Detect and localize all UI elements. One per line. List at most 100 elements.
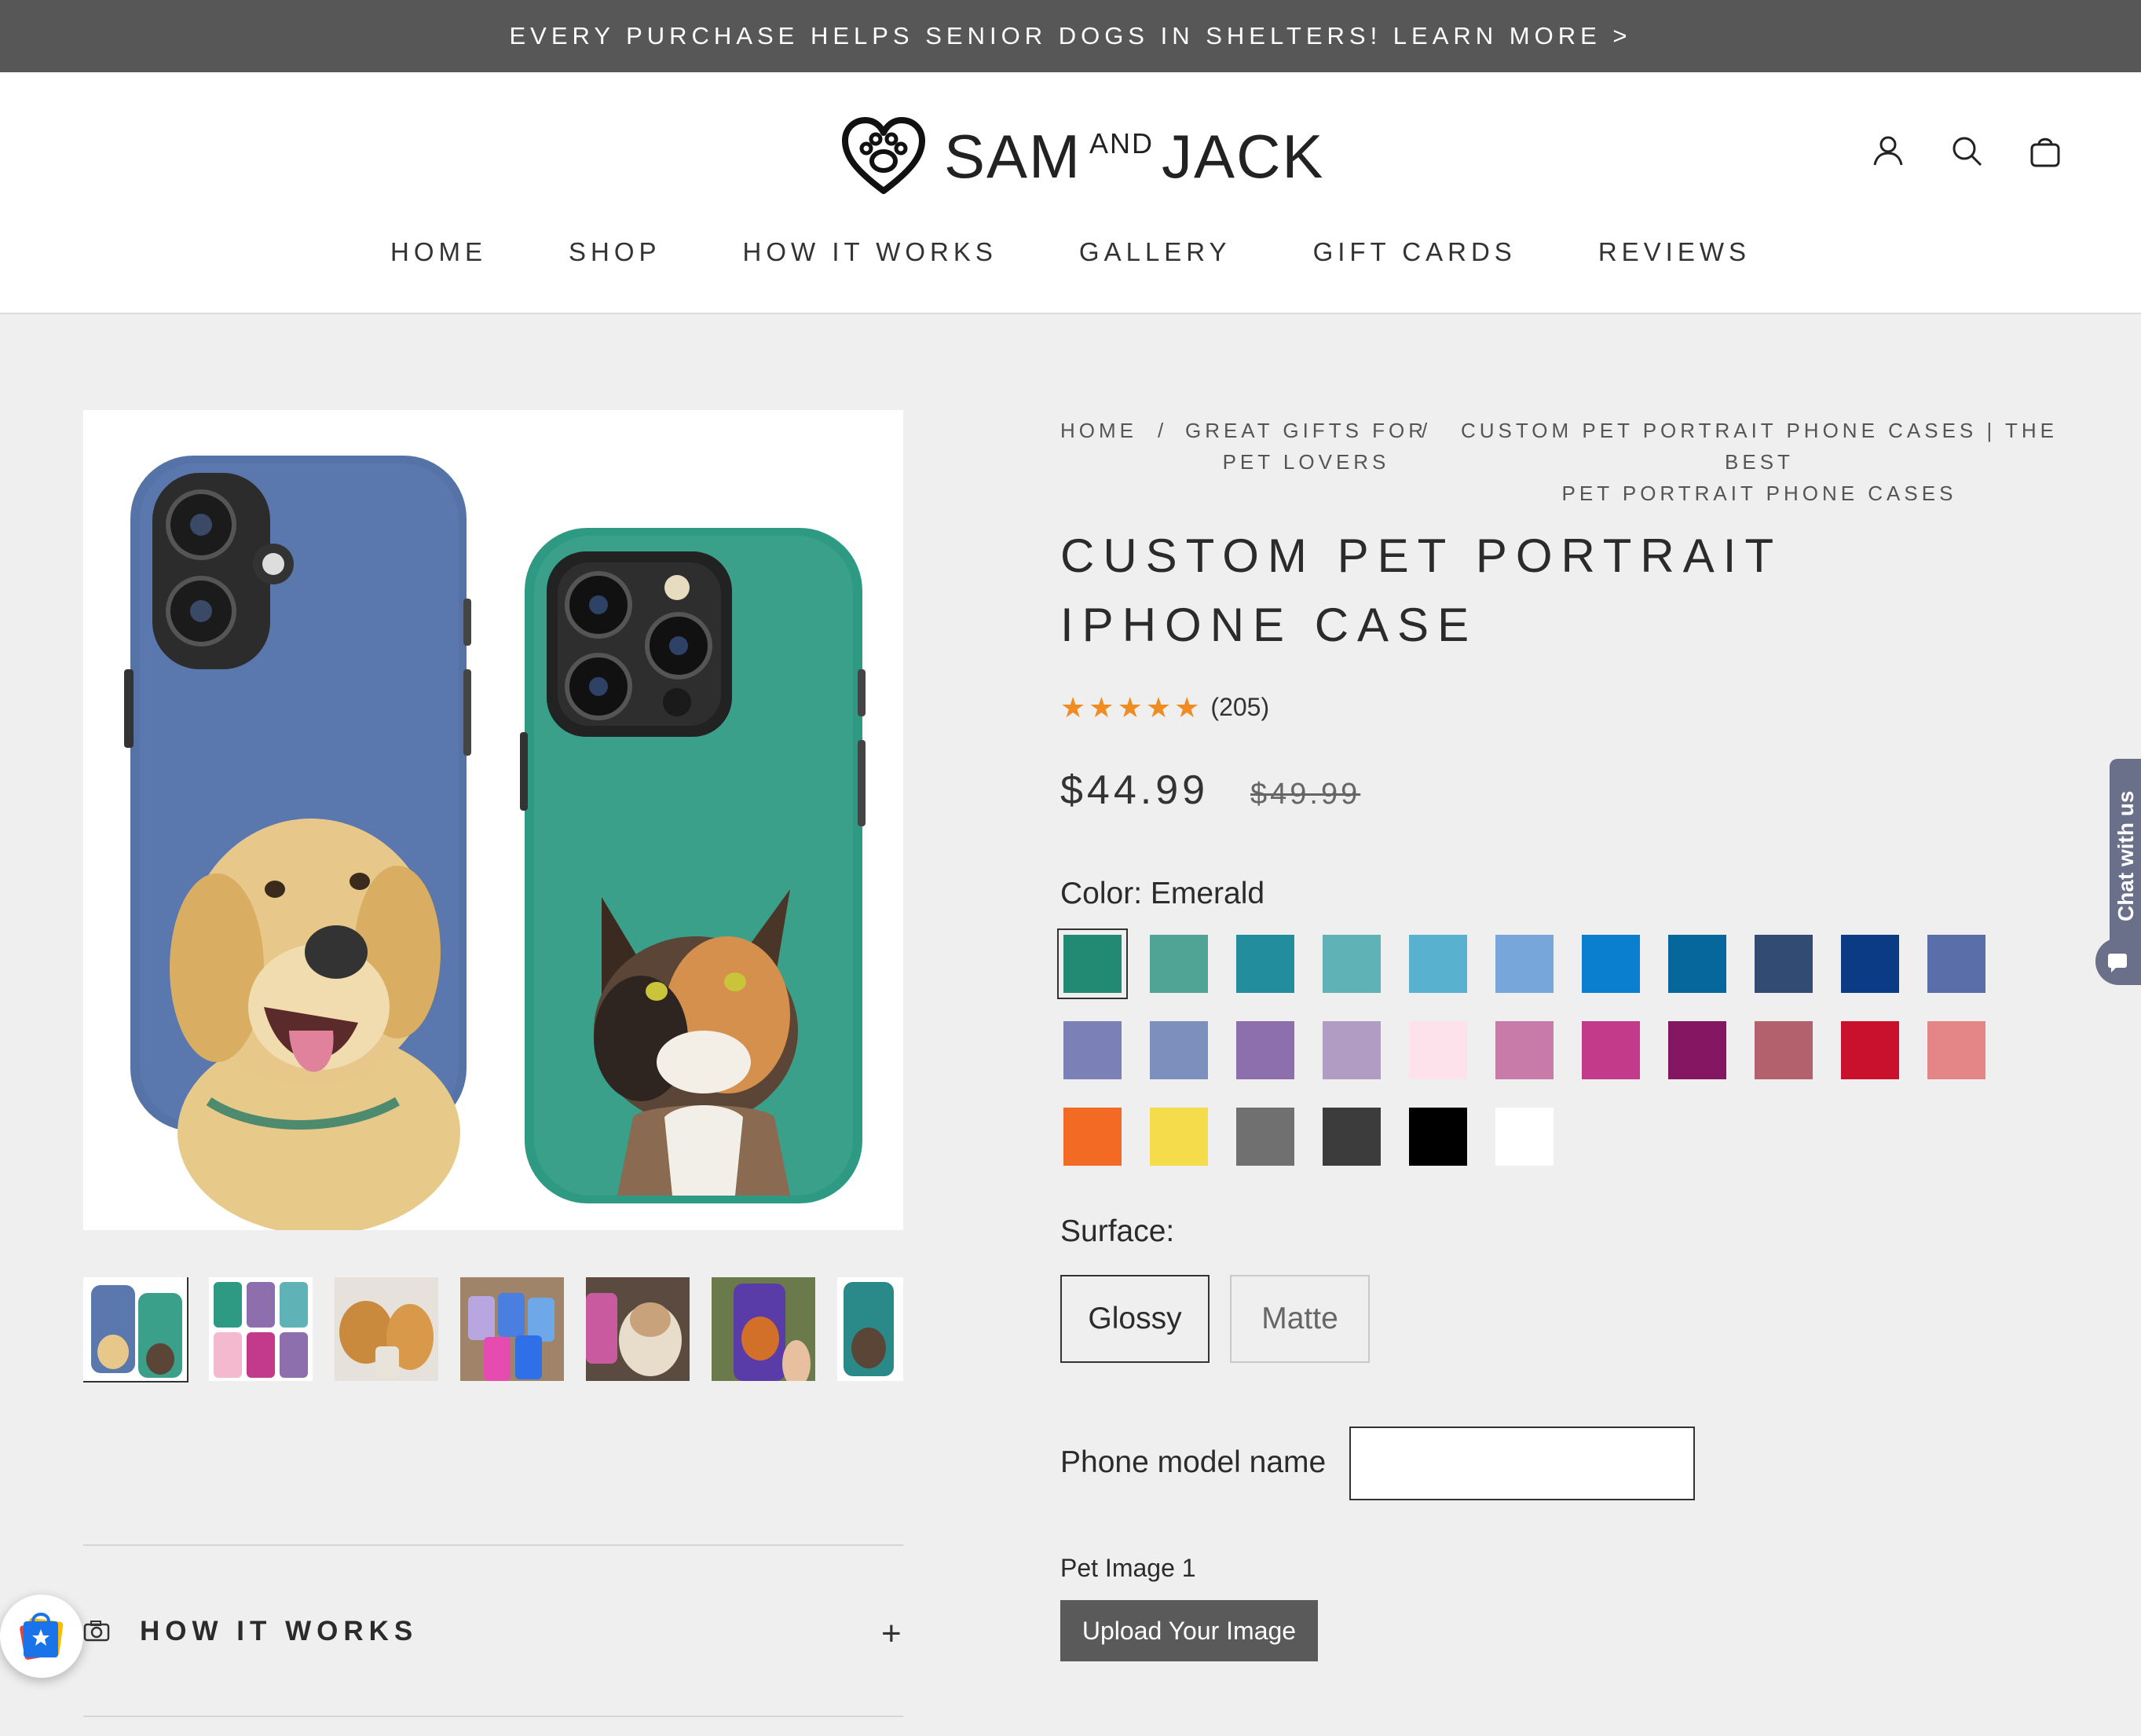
upload-image-button[interactable]: Upload Your Image [1060,1600,1318,1661]
thumbnail-2[interactable] [209,1277,313,1381]
color-swatch[interactable] [1323,1108,1381,1166]
color-swatch[interactable] [1063,1021,1122,1079]
header-icons [1871,134,2062,168]
main-nav: HOME SHOP HOW IT WORKS GALLERY GIFT CARD… [0,237,2141,267]
brand-word-jack: JACK [1162,121,1325,191]
nav-item-home[interactable]: HOME [390,237,487,267]
breadcrumb-collection-line2: PET PORTRAIT PHONE CASES [1561,482,1957,505]
chat-icon[interactable] [2095,938,2141,985]
shopping-bag-icon [20,1613,64,1660]
color-swatch[interactable] [1323,935,1381,993]
surface-option-matte[interactable]: Matte [1230,1275,1370,1363]
color-swatch[interactable] [1409,935,1467,993]
color-swatch[interactable] [1150,935,1208,993]
thumbnail-image [837,1277,903,1381]
color-swatch[interactable] [1236,1021,1294,1079]
color-label: Color: Emerald [1060,877,1265,910]
camera-icon [83,1621,110,1642]
breadcrumb-category-line1: GREAT GIFTS FOR [1184,419,1428,442]
site-header: SAM AND JACK HOME SHOP HOW IT WORKS GALL… [0,72,2141,314]
color-swatch[interactable] [1236,935,1294,993]
breadcrumb-category[interactable]: GREAT GIFTS FOR PET LOVERS [1178,415,1434,478]
color-swatch[interactable] [1841,1021,1899,1079]
color-swatch[interactable] [1150,1021,1208,1079]
color-swatch[interactable] [1495,935,1554,993]
thumbnail-image [335,1277,438,1381]
thumbnail-4[interactable] [460,1277,564,1381]
chat-label[interactable]: Chat with us [2108,786,2141,927]
color-swatch[interactable] [1582,935,1640,993]
brand-word-and: AND [1089,126,1155,159]
phone-model-input[interactable] [1349,1427,1695,1500]
color-swatch[interactable] [1150,1108,1208,1166]
brand-logo[interactable]: SAM AND JACK [840,113,1324,200]
shop-app-icon[interactable] [0,1595,83,1678]
cart-icon[interactable] [2028,134,2062,168]
color-swatch[interactable] [1236,1108,1294,1166]
thumbnail-image [209,1277,313,1381]
product-title: CUSTOM PET PORTRAIT IPHONE CASE [1060,529,1782,651]
breadcrumb-category-line2: PET LOVERS [1222,450,1390,474]
color-swatch[interactable] [1582,1021,1640,1079]
sale-price: $44.99 [1060,767,1210,813]
phone-model-label: Phone model name [1060,1445,1327,1479]
color-swatch[interactable] [1409,1108,1467,1166]
search-icon[interactable] [1949,134,1984,168]
thumbnail-3[interactable] [335,1277,438,1381]
thumbnail-6[interactable] [712,1277,815,1381]
thumbnail-1[interactable] [83,1277,188,1383]
review-count[interactable]: (205) [1210,693,1269,722]
accordion-how-it-works[interactable]: HOW IT WORKS [140,1616,418,1647]
surface-label: Surface: [1060,1214,1175,1248]
color-swatch[interactable] [1323,1021,1381,1079]
color-swatch[interactable] [1755,1021,1813,1079]
color-swatch[interactable] [1668,1021,1726,1079]
nav-item-how-it-works[interactable]: HOW IT WORKS [743,237,997,267]
color-swatch[interactable] [1495,1021,1554,1079]
color-swatch[interactable] [1063,1108,1122,1166]
color-swatch[interactable] [1841,935,1899,993]
color-swatch[interactable] [1409,1021,1467,1079]
product-main-image[interactable] [83,410,903,1235]
color-swatch[interactable] [1057,928,1128,999]
color-swatch[interactable] [1755,935,1813,993]
star-icon: ★ [1145,690,1172,723]
nav-item-gift-cards[interactable]: GIFT CARDS [1313,237,1517,267]
thumbnail-image [460,1277,564,1381]
brand-name: SAM AND JACK [944,121,1324,192]
product-rating[interactable]: ★ ★ ★ ★ ★ (205) [1060,693,1269,722]
thumbnail-image [586,1277,690,1381]
star-icon: ★ [1089,690,1114,723]
color-swatch[interactable] [1668,935,1726,993]
compare-price: $49.99 [1250,778,1361,811]
color-swatch[interactable] [1927,1021,1985,1079]
breadcrumb-separator: / [1158,419,1168,442]
announcement-bar[interactable]: EVERY PURCHASE HELPS SENIOR DOGS IN SHEL… [0,0,2141,72]
thumbnail-image [83,1277,187,1381]
plus-icon[interactable]: + [881,1617,902,1651]
color-swatch[interactable] [1927,935,1985,993]
phone-cases-photo [124,456,866,1235]
nav-item-reviews[interactable]: REVIEWS [1598,237,1751,267]
announcement-text[interactable]: EVERY PURCHASE HELPS SENIOR DOGS IN SHEL… [510,22,1632,50]
breadcrumb-home[interactable]: HOME [1060,415,1137,446]
breadcrumb-collection[interactable]: CUSTOM PET PORTRAIT PHONE CASES | THE BE… [1445,415,2073,509]
accordion-divider-top [83,1544,903,1546]
surface-option-glossy[interactable]: Glossy [1060,1275,1210,1363]
thumbnail-7[interactable] [837,1277,903,1381]
nav-item-shop[interactable]: SHOP [569,237,661,267]
chat-bubble-glyph [2108,954,2127,972]
thumbnail-5[interactable] [586,1277,690,1381]
pet-image-label: Pet Image 1 [1060,1554,1196,1582]
star-icon: ★ [1174,690,1200,723]
thumbnail-image [712,1277,815,1381]
breadcrumb-collection-line1: CUSTOM PET PORTRAIT PHONE CASES | THE BE… [1460,419,2059,474]
star-icon: ★ [1117,690,1143,723]
nav-item-gallery[interactable]: GALLERY [1079,237,1232,267]
account-icon[interactable] [1871,134,1905,168]
breadcrumb-separator: / [1422,419,1432,442]
product-thumbnails [83,1277,903,1386]
brand-word-sam: SAM [944,121,1082,191]
heart-paw-logo-icon [842,117,925,194]
color-swatch[interactable] [1495,1108,1554,1166]
